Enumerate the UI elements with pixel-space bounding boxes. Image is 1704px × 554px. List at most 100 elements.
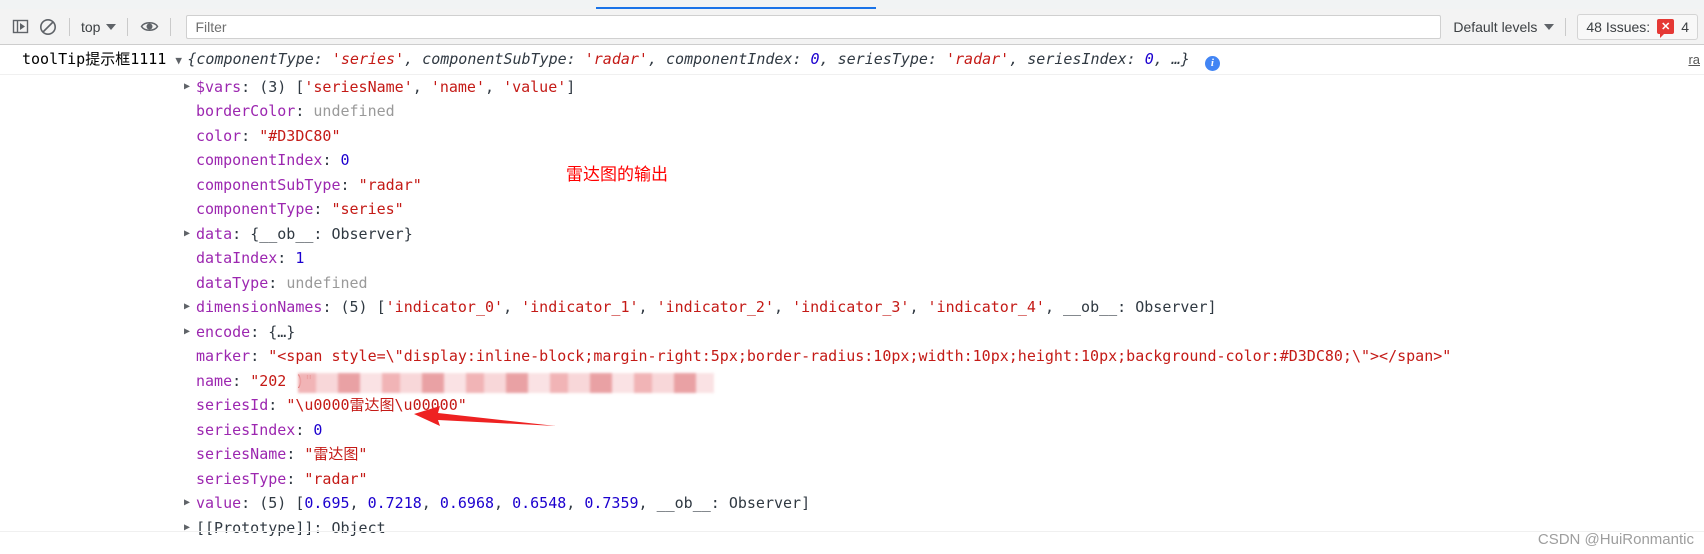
property-value: 1 [295, 249, 304, 267]
property-value-token: "202 [250, 371, 287, 390]
console-message-list[interactable]: toolTip提示框1111 ▼ {componentType: 'series'… [0, 46, 1704, 554]
object-preview-token: , seriesType: [819, 50, 946, 68]
property-key: borderColor [196, 102, 296, 120]
console-message[interactable]: toolTip提示框1111 ▼ {componentType: 'series'… [0, 46, 1704, 75]
live-expression-icon[interactable] [135, 13, 163, 41]
step-into-icon[interactable] [6, 13, 34, 41]
object-property-row[interactable]: seriesId: "\u0000雷达图\u00000" [0, 393, 1704, 418]
object-property-row[interactable]: seriesName: "雷达图" [0, 442, 1704, 467]
property-separator: : [241, 126, 260, 145]
property-value: "radar" [304, 470, 367, 488]
issues-label: 48 Issues: [1586, 18, 1651, 35]
object-expand-toggle[interactable]: ▼ [175, 54, 187, 67]
object-preview-token: 'radar' [584, 50, 648, 68]
property-value-token: (5) [ [340, 298, 386, 316]
object-property-row[interactable]: dataType: undefined [0, 271, 1704, 296]
property-separator: : [250, 347, 269, 365]
object-property-row[interactable]: componentSubType: "radar" [0, 173, 1704, 198]
property-value-token: (3) [ [259, 77, 305, 96]
object-property-row[interactable]: marker: "<span style=\"display:inline-bl… [0, 344, 1704, 369]
execution-context-label: top [81, 18, 101, 35]
property-value-token: , [485, 77, 504, 96]
property-key: componentSubType [196, 175, 341, 194]
source-link[interactable]: ra [1688, 52, 1700, 67]
object-property-row[interactable]: ▶ encode: {…} [0, 320, 1704, 345]
property-separator: : [241, 77, 260, 96]
property-expand-toggle[interactable]: ▶ [184, 222, 190, 247]
console-next-message-row [0, 531, 1704, 554]
object-property-row[interactable]: ▶ value: (5) [0.695, 0.7218, 0.6968, 0.65… [0, 491, 1704, 516]
property-key: seriesName [196, 445, 287, 463]
property-value-token: 0.6548 [512, 494, 567, 512]
property-value: {__ob__: Observer} [250, 225, 413, 243]
property-expand-toggle[interactable]: ▶ [184, 75, 190, 100]
property-value-token: , __ob__: Observer] [638, 494, 811, 512]
property-value-token: 'indicator_2' [656, 298, 774, 316]
object-property-row[interactable]: seriesIndex: 0 [0, 418, 1704, 443]
object-property-row[interactable]: componentIndex: 0 [0, 148, 1704, 173]
property-key: value [196, 494, 242, 512]
property-separator: : [232, 224, 251, 243]
property-key: data [196, 224, 233, 243]
object-property-row[interactable]: ▶ data: {__ob__: Observer} [0, 222, 1704, 247]
object-property-row[interactable]: ▶ dimensionNames: (5) ['indicator_0', 'in… [0, 295, 1704, 320]
object-preview[interactable]: {componentType: 'series', componentSubTy… [187, 50, 1189, 68]
object-preview-token: 0 [810, 50, 820, 68]
property-key: seriesType [196, 469, 287, 488]
property-value-token: undefined [286, 273, 368, 292]
property-value-token: 0.7218 [367, 494, 422, 512]
issues-button[interactable]: 48 Issues: ✕ 4 [1577, 13, 1698, 40]
object-property-row[interactable]: name: "202 )" [0, 369, 1704, 394]
property-separator: : [250, 322, 269, 341]
object-preview-token: , …} [1153, 50, 1190, 68]
property-separator: : [313, 200, 332, 218]
object-preview-token: 0 [1144, 50, 1154, 68]
property-value: undefined [313, 102, 394, 120]
object-property-row[interactable]: borderColor: undefined [0, 99, 1704, 124]
chevron-down-icon [1544, 23, 1555, 30]
property-expand-toggle[interactable]: ▶ [184, 491, 190, 516]
property-separator: : [268, 273, 287, 292]
property-separator: : [295, 102, 314, 120]
toolbar-divider-3 [170, 17, 172, 36]
toolbar-divider-2 [127, 17, 129, 36]
annotation-note: 雷达图的输出 [566, 165, 668, 185]
property-key: seriesId [196, 396, 269, 414]
clear-console-icon[interactable] [34, 13, 62, 41]
property-value-token: "#D3DC80" [259, 126, 341, 145]
property-value-token: "<span style=\"display:inline-block;marg… [268, 347, 1452, 365]
property-value-token: 0.6968 [439, 494, 495, 512]
property-key: componentIndex [196, 151, 323, 169]
toolbar-divider-4 [1565, 17, 1567, 36]
redaction-overlay [298, 372, 715, 393]
issues-error-count: 4 [1681, 18, 1689, 35]
execution-context-selector[interactable]: top [77, 17, 120, 37]
devtools-console-panel: top Default levels 48 Issues: ✕ 4 toolTi… [0, 0, 1704, 554]
filter-input[interactable] [186, 14, 1442, 39]
object-property-row[interactable]: componentType: "series" [0, 197, 1704, 222]
property-value-token: 0 [313, 420, 323, 439]
object-preview-token: , seriesIndex: [1009, 50, 1145, 68]
info-icon[interactable]: i [1204, 55, 1220, 71]
log-levels-label: Default levels [1453, 18, 1538, 35]
object-property-row[interactable]: dataIndex: 1 [0, 246, 1704, 271]
object-preview-token: , componentIndex: [647, 50, 811, 68]
object-property-row[interactable]: seriesType: "radar" [0, 467, 1704, 492]
property-value: "\u0000雷达图\u00000" [286, 396, 466, 414]
object-property-row[interactable]: ▶ $vars: (3) ['seriesName', 'name', 'valu… [0, 75, 1704, 100]
object-preview-token: 'series' [331, 50, 405, 68]
property-expand-toggle[interactable]: ▶ [184, 295, 190, 320]
property-value-token: 'seriesName' [304, 77, 413, 96]
log-levels-selector[interactable]: Default levels [1449, 17, 1558, 37]
property-value-token: , [909, 298, 928, 316]
property-value-token: 'indicator_0' [385, 298, 504, 316]
property-expand-toggle[interactable]: ▶ [184, 320, 190, 345]
property-value: "雷达图" [304, 445, 367, 463]
property-value-token: {…} [268, 322, 296, 341]
property-value-token: 0.695 [304, 494, 350, 512]
property-value: "202 )" [250, 371, 715, 393]
property-value-token: , [412, 77, 431, 96]
object-property-row[interactable]: color: "#D3DC80" [0, 124, 1704, 149]
property-separator: : [232, 371, 251, 390]
property-separator: : [322, 151, 341, 169]
